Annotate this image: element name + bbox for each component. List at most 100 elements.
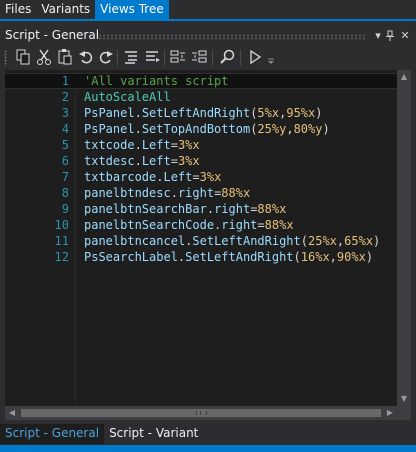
outdent-icon[interactable] [169, 48, 187, 66]
code-token: ) [315, 106, 323, 120]
code-token: 25%x [308, 234, 337, 248]
line-number: 7 [61, 170, 69, 184]
code-token: panelbtndesc [84, 186, 171, 200]
comment-block-icon[interactable] [122, 48, 140, 66]
line-number: 1 [61, 74, 69, 88]
vertical-scrollbar[interactable]: ▲ ▼ [397, 70, 411, 406]
status-strip [0, 445, 416, 452]
tab-views-tree[interactable]: Views Tree [95, 0, 169, 20]
cut-icon[interactable] [35, 48, 53, 66]
indent-icon[interactable] [190, 48, 208, 66]
uncomment-block-icon[interactable] [143, 48, 161, 66]
code-token: 25%y [257, 122, 287, 136]
code-text: PsSearchLabel.SetLeftAndRight(16%x,90%x) [84, 249, 373, 265]
tab-files[interactable]: Files [0, 0, 36, 20]
tab-script-variant[interactable]: Script - Variant [104, 424, 203, 444]
code-token: right [221, 218, 258, 232]
code-line[interactable]: 9 panelbtnSearchBar.right=88%x [5, 201, 397, 217]
horizontal-scroll-thumb[interactable] [21, 409, 381, 417]
code-line[interactable]: 1 'All variants script [5, 73, 397, 89]
code-token: 90%x [336, 250, 366, 264]
code-line[interactable]: 4 PsPanel.SetTopAndBottom(25%y,80%y) [5, 121, 397, 137]
code-editor[interactable]: 1 'All variants script 2 AutoScaleAll 3 PsPan… [5, 70, 411, 420]
code-token: txtbarcode [84, 170, 157, 184]
code-token: 3%x [177, 154, 200, 168]
code-token: panelbtnSearchCode [84, 218, 215, 232]
code-token: SetLeftAndRight [141, 106, 251, 120]
code-line[interactable]: 2 AutoScaleAll [5, 89, 397, 105]
code-line[interactable]: 5 txtcode.Left=3%x [5, 137, 397, 153]
code-token: = [192, 170, 200, 184]
code-token: = [257, 218, 265, 232]
panel-drag-grip[interactable] [98, 34, 366, 40]
scroll-down-arrow-icon[interactable]: ▼ [397, 392, 411, 406]
code-line[interactable]: 11 panelbtncancel.SetLeftAndRight(25%x,65… [5, 233, 397, 249]
run-icon[interactable] [246, 48, 264, 66]
code-token: panelbtncancel [84, 234, 186, 248]
paste-icon[interactable] [56, 48, 74, 66]
line-number: 9 [61, 202, 69, 216]
pin-icon[interactable] [383, 27, 397, 45]
panel-header: Script - General ▾ ✕ [0, 27, 416, 45]
code-token: , [286, 122, 294, 136]
code-token: txtcode [84, 138, 135, 152]
code-token: SetLeftAndRight [192, 234, 301, 248]
scroll-thumb-grip [196, 411, 207, 415]
code-token: 'All variants script [84, 74, 229, 88]
scroll-right-arrow-icon[interactable]: ▶ [383, 406, 397, 420]
code-token: Left [141, 154, 171, 168]
redo-icon[interactable] [97, 48, 115, 66]
code-token: right [214, 202, 251, 216]
line-number: 5 [61, 138, 69, 152]
code-line[interactable]: 12 PsSearchLabel.SetLeftAndRight(16%x,90%… [5, 249, 397, 265]
code-token: 95%x [286, 106, 316, 120]
line-number: 8 [61, 186, 69, 200]
code-token: . [134, 106, 142, 120]
horizontal-scrollbar[interactable]: ◀ ▶ [5, 406, 397, 420]
code-token: = [170, 154, 178, 168]
line-number: 10 [54, 218, 69, 232]
close-icon[interactable]: ✕ [398, 27, 412, 45]
code-line[interactable]: 10 panelbtnSearchCode.right=88%x [5, 217, 397, 233]
toolbar-separator [117, 50, 118, 66]
code-line[interactable]: 6 txtdesc.Left=3%x [5, 153, 397, 169]
code-token: 88%x [257, 202, 287, 216]
tab-variants[interactable]: Variants [36, 0, 95, 20]
code-token: PsPanel [84, 106, 135, 120]
code-token: . [170, 186, 178, 200]
toolbar-separator [164, 50, 165, 66]
code-token: ) [373, 234, 381, 248]
code-token: . [134, 122, 142, 136]
code-text: PsPanel.SetLeftAndRight(5%x,95%x) [84, 105, 322, 121]
code-text: txtdesc.Left=3%x [84, 153, 200, 169]
code-line[interactable]: 8 panelbtndesc.right=88%x [5, 185, 397, 201]
code-text: panelbtndesc.right=88%x [84, 185, 250, 201]
code-token: ) [365, 250, 374, 264]
panel-title: Script - General [5, 28, 100, 42]
code-text: panelbtnSearchBar.right=88%x [84, 201, 286, 217]
code-token: ( [293, 250, 301, 264]
code-text: 'All variants script [84, 74, 229, 88]
code-token: 16%x [300, 250, 330, 264]
code-text: panelbtncancel.SetLeftAndRight(25%x,65%x… [84, 233, 380, 249]
undo-icon[interactable] [77, 48, 95, 66]
code-token: PsPanel [84, 122, 135, 136]
tab-strip-underline [0, 19, 416, 21]
toolbar-separator [212, 50, 213, 66]
code-token: 3%x [199, 170, 222, 184]
copy-icon[interactable] [14, 48, 32, 66]
line-number: 4 [61, 122, 69, 136]
code-text: txtbarcode.Left=3%x [84, 169, 221, 185]
tab-script-general[interactable]: Script - General [0, 424, 105, 444]
find-icon[interactable] [218, 48, 236, 66]
scroll-up-arrow-icon[interactable]: ▲ [397, 70, 411, 84]
code-token: 88%x [264, 218, 294, 232]
code-token: SetLeftAndRight [185, 250, 294, 264]
toolbar-overflow-icon[interactable] [266, 48, 276, 66]
code-line[interactable]: 7 txtbarcode.Left=3%x [5, 169, 397, 185]
line-number: 6 [61, 154, 69, 168]
code-line[interactable]: 3 PsPanel.SetLeftAndRight(5%x,95%x) [5, 105, 397, 121]
code-token: 3%x [177, 138, 200, 152]
toolbar-grip[interactable] [4, 50, 7, 66]
scroll-left-arrow-icon[interactable]: ◀ [5, 406, 19, 420]
